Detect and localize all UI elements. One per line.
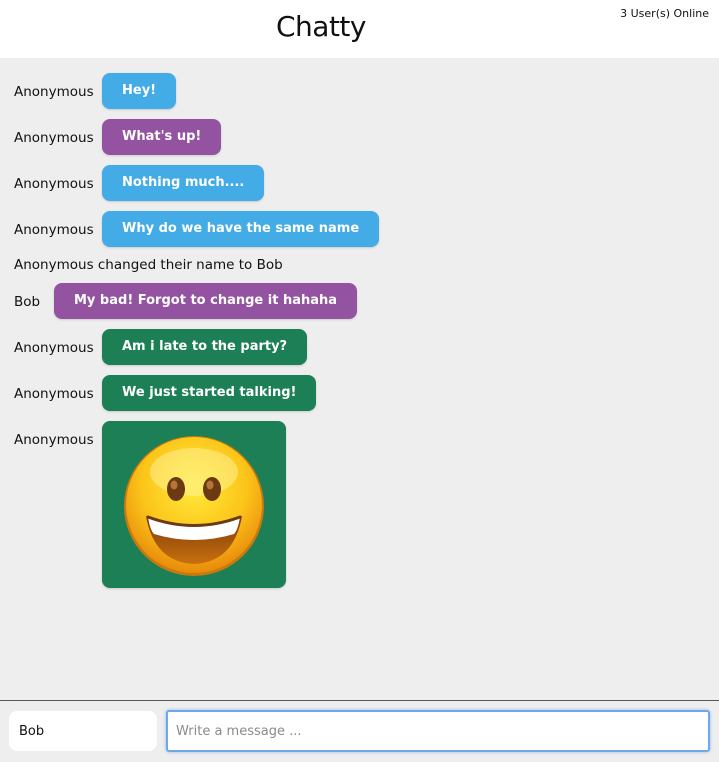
message-bubble: My bad! Forgot to change it hahaha [54,283,358,319]
message-username: Anonymous [14,84,94,100]
message-username: Anonymous [14,176,94,192]
message-bubble: Hey! [102,73,177,109]
chat-app: Chatty 3 User(s) Online Anonymous Hey! A… [0,0,719,762]
message-bubble: Am i late to the party? [102,329,308,365]
grinning-face-emoji-icon [124,436,264,576]
message-bubble: What's up! [102,119,222,155]
app-title: Chatty [276,10,366,43]
message-username: Anonymous [14,130,94,146]
message-bubble: We just started talking! [102,375,317,411]
message-username: Anonymous [14,340,94,356]
message-username: Anonymous [14,386,94,402]
header-bar: Chatty 3 User(s) Online [0,0,719,58]
message-list: Anonymous Hey! Anonymous What's up! Anon… [0,58,719,700]
message-username: Anonymous [14,432,94,448]
message-bubble: Nothing much.... [102,165,265,201]
message-username: Anonymous [14,222,94,238]
name-change-notification: Anonymous changed their name to Bob [14,257,283,273]
message-bubble: Why do we have the same name [102,211,380,247]
online-users-count: 3 User(s) Online [620,7,709,20]
composer-bar [0,700,719,762]
image-message-bubble [102,421,286,588]
message-input[interactable] [166,710,710,752]
username-input[interactable] [9,711,157,751]
message-username: Bob [14,294,41,310]
